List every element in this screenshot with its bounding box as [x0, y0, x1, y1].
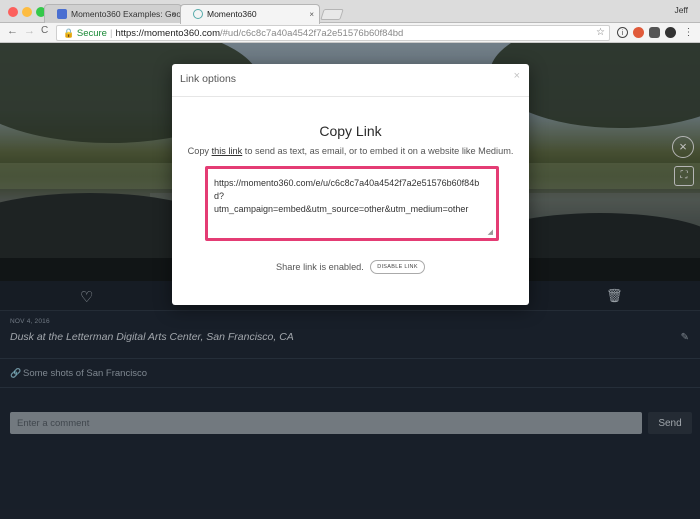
copy-link-title: Copy Link: [319, 123, 382, 139]
lock-icon: 🔒: [63, 28, 75, 38]
address-separator: |: [109, 28, 113, 39]
profile-name[interactable]: Jeff: [674, 5, 688, 15]
desc-text: Copy: [187, 146, 212, 156]
window-close-button[interactable]: [8, 7, 18, 17]
bookmark-star-icon[interactable]: ☆: [596, 26, 605, 40]
link-options-modal: Link options × Copy Link Copy this link …: [172, 64, 529, 305]
copy-link-description: Copy this link to send as text, as email…: [172, 146, 529, 156]
reload-button[interactable]: C: [41, 25, 48, 36]
momento-icon: [193, 9, 203, 19]
tab-momento360[interactable]: Momento360 ×: [180, 4, 320, 24]
tab-label: Momento360 Examples: Goog: [71, 9, 182, 19]
extension-icon[interactable]: [633, 27, 644, 38]
browser-tab-strip: Momento360 Examples: Goog × Momento360 ×…: [0, 0, 700, 24]
forward-button[interactable]: →: [24, 25, 35, 37]
secure-label: Secure: [76, 28, 107, 39]
window-minimize-button[interactable]: [22, 7, 32, 17]
tab-label: Momento360: [207, 9, 257, 19]
share-link-box: ◢: [205, 166, 499, 241]
cloud-icon[interactable]: [649, 27, 660, 38]
share-status: Share link is enabled.: [276, 262, 364, 272]
browser-toolbar: ← → C 🔒 Secure | https://momento360.com/#u…: [0, 23, 700, 43]
tab-momento360-examples[interactable]: Momento360 Examples: Goog ×: [44, 4, 182, 24]
doc-icon: [57, 9, 67, 19]
desc-text: to send as text, as email, or to embed i…: [242, 146, 514, 156]
info-icon[interactable]: i: [617, 27, 628, 38]
url-host: https://momento360.com: [115, 28, 220, 39]
this-link[interactable]: this link: [212, 146, 243, 156]
modal-header-title: Link options: [180, 73, 237, 85]
share-link-textarea[interactable]: [214, 177, 488, 239]
url-path: /#ud/c6c8c7a40a4542f7a2e51576b60f84bd: [220, 28, 404, 39]
resize-handle-icon[interactable]: ◢: [488, 228, 493, 236]
modal-close-icon[interactable]: ×: [514, 70, 520, 82]
address-bar[interactable]: 🔒 Secure | https://momento360.com/#ud/c6c8…: [56, 25, 610, 41]
tab-close-icon[interactable]: ×: [171, 5, 176, 24]
modal-header: Link options ×: [172, 64, 529, 97]
new-tab-button[interactable]: [320, 9, 344, 20]
back-button[interactable]: ←: [7, 25, 18, 37]
mask-icon[interactable]: [665, 27, 676, 38]
menu-icon[interactable]: ⋮: [683, 27, 694, 38]
tab-close-icon[interactable]: ×: [309, 5, 314, 24]
disable-link-button[interactable]: DISABLE LINK: [370, 260, 425, 274]
